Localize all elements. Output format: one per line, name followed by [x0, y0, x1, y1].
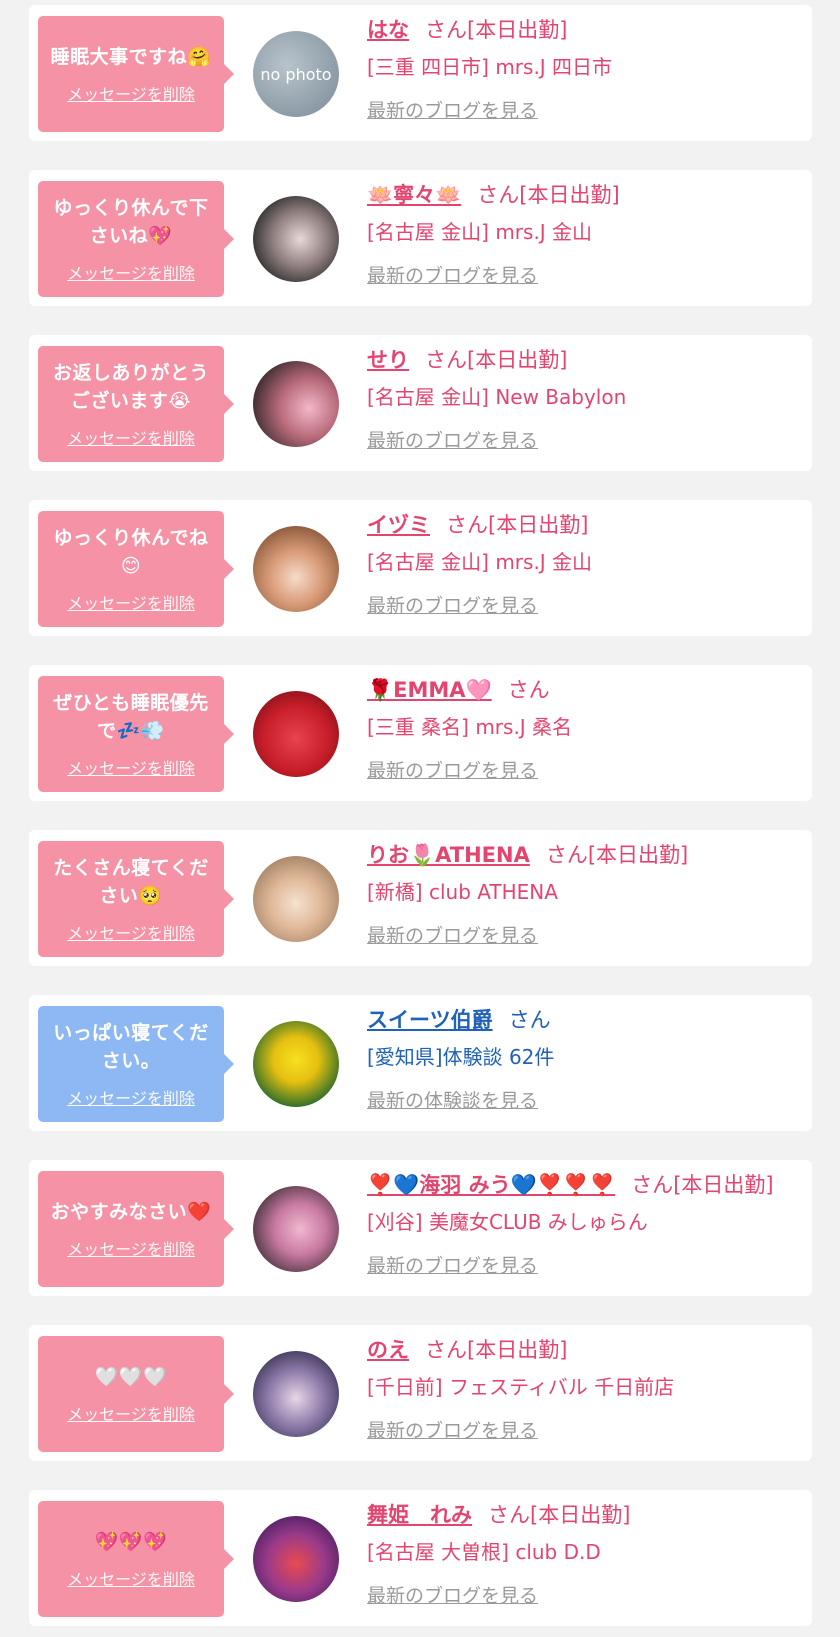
delete-message-link[interactable]: メッセージを削除	[67, 425, 195, 449]
avatar[interactable]	[253, 1021, 339, 1107]
message-bubble: ぜひとも睡眠優先で💤💨 メッセージを削除	[38, 676, 234, 792]
message-text: 睡眠大事ですね🤗	[50, 46, 212, 68]
cast-name-link[interactable]: りお🌷ATHENA	[367, 843, 530, 867]
message-bubble: お返しありがとうございます😭 メッセージを削除	[38, 346, 234, 462]
cast-status: さん[本日出勤]	[425, 18, 568, 42]
review-count-label: [愛知県]体験談 62件	[367, 1045, 555, 1069]
message-text: ゆっくり休んで下さいね💖	[53, 197, 209, 247]
message-bubble: ゆっくり休んで下さいね💖 メッセージを削除	[38, 181, 234, 297]
message-text: 💖💖💖	[94, 1531, 168, 1553]
shop-label: [名古屋 金山] mrs.J 金山	[367, 550, 593, 574]
message-text: ゆっくり休んでね😊	[53, 527, 209, 577]
message-text: ぜひとも睡眠優先で💤💨	[53, 692, 209, 742]
delete-message-link[interactable]: メッセージを削除	[67, 81, 195, 105]
cast-name-link[interactable]: のえ	[367, 1338, 409, 1362]
cast-name-link[interactable]: 🪷寧々🪷	[367, 183, 461, 207]
blog-link[interactable]: 最新のブログを見る	[367, 1582, 802, 1610]
blog-link[interactable]: 最新のブログを見る	[367, 757, 802, 785]
message-text: たくさん寝てください🥺	[53, 857, 209, 907]
delete-message-link[interactable]: メッセージを削除	[67, 260, 195, 284]
list-item: お返しありがとうございます😭 メッセージを削除 せり さん[本日出勤] [名古屋 …	[29, 335, 812, 471]
message-text: いっぱい寝てください。	[53, 1022, 209, 1072]
blog-link[interactable]: 最新のブログを見る	[367, 1252, 802, 1280]
blog-link[interactable]: 最新のブログを見る	[367, 262, 802, 290]
shop-label: [千日前] フェスティバル 千日前店	[367, 1375, 675, 1399]
avatar[interactable]: no photo	[253, 31, 339, 117]
blog-link[interactable]: 最新のブログを見る	[367, 922, 802, 950]
shop-label: [名古屋 金山] New Babylon	[367, 385, 627, 409]
reviewer-name-link[interactable]: スイーツ伯爵	[367, 1008, 493, 1032]
list-item: ゆっくり休んでね😊 メッセージを削除 イヅミ さん[本日出勤] [名古屋 金山] …	[29, 500, 812, 636]
shop-label: [名古屋 大曽根] club D.D	[367, 1540, 601, 1564]
cast-status: さん	[507, 678, 550, 702]
list-item: ぜひとも睡眠優先で💤💨 メッセージを削除 🌹EMMA🩷 さん [三重 桑名] mr…	[29, 665, 812, 801]
avatar[interactable]	[253, 361, 339, 447]
avatar[interactable]	[253, 856, 339, 942]
reviewer-suffix: さん	[508, 1008, 551, 1032]
shop-label: [刈谷] 美魔女CLUB みしゅらん	[367, 1210, 648, 1234]
delete-message-link[interactable]: メッセージを削除	[67, 1401, 195, 1425]
list-item: ゆっくり休んで下さいね💖 メッセージを削除 🪷寧々🪷 さん[本日出勤] [名古屋 …	[29, 170, 812, 306]
cast-status: さん[本日出勤]	[425, 348, 568, 372]
shop-label: [新橋] club ATHENA	[367, 880, 558, 904]
blog-link[interactable]: 最新のブログを見る	[367, 427, 802, 455]
list-item: おやすみなさい❤️ メッセージを削除 ❣️💙海羽 みう💙❣️❣️❣️ さん[本日出…	[29, 1160, 812, 1296]
message-list: 睡眠大事ですね🤗 メッセージを削除 no photo はな さん[本日出勤] [三…	[0, 0, 840, 1626]
cast-name-link[interactable]: はな	[367, 18, 409, 42]
avatar[interactable]	[253, 1186, 339, 1272]
message-bubble: 💖💖💖 メッセージを削除	[38, 1501, 234, 1617]
message-bubble: 睡眠大事ですね🤗 メッセージを削除	[38, 16, 234, 132]
delete-message-link[interactable]: メッセージを削除	[67, 1236, 195, 1260]
list-item: 💖💖💖 メッセージを削除 舞姫 れみ さん[本日出勤] [名古屋 大曽根] clu…	[29, 1490, 812, 1626]
cast-status: さん[本日出勤]	[545, 843, 689, 867]
blog-link[interactable]: 最新のブログを見る	[367, 1417, 802, 1445]
message-bubble: おやすみなさい❤️ メッセージを削除	[38, 1171, 234, 1287]
delete-message-link[interactable]: メッセージを削除	[67, 1085, 195, 1109]
shop-label: [三重 桑名] mrs.J 桑名	[367, 715, 573, 739]
list-item: 睡眠大事ですね🤗 メッセージを削除 no photo はな さん[本日出勤] [三…	[29, 5, 812, 141]
shop-label: [名古屋 金山] mrs.J 金山	[367, 220, 593, 244]
cast-status: さん[本日出勤]	[477, 183, 620, 207]
avatar[interactable]	[253, 526, 339, 612]
blog-link[interactable]: 最新のブログを見る	[367, 97, 802, 125]
message-bubble: たくさん寝てください🥺 メッセージを削除	[38, 841, 234, 957]
cast-name-link[interactable]: 舞姫 れみ	[367, 1503, 472, 1527]
review-link[interactable]: 最新の体験談を見る	[367, 1087, 802, 1115]
cast-name-link[interactable]: イヅミ	[367, 513, 430, 537]
list-item: いっぱい寝てください。 メッセージを削除 スイーツ伯爵 さん [愛知県]体験談 6…	[29, 995, 812, 1131]
cast-name-link[interactable]: 🌹EMMA🩷	[367, 678, 492, 702]
message-text: おやすみなさい❤️	[50, 1201, 212, 1223]
blog-link[interactable]: 最新のブログを見る	[367, 592, 802, 620]
delete-message-link[interactable]: メッセージを削除	[67, 920, 195, 944]
cast-status: さん[本日出勤]	[446, 513, 589, 537]
cast-status: さん[本日出勤]	[631, 1173, 774, 1197]
message-text: 🤍🤍🤍	[94, 1366, 168, 1388]
message-bubble: いっぱい寝てください。 メッセージを削除	[38, 1006, 234, 1122]
avatar[interactable]	[253, 1516, 339, 1602]
message-bubble: ゆっくり休んでね😊 メッセージを削除	[38, 511, 234, 627]
avatar[interactable]	[253, 691, 339, 777]
cast-name-link[interactable]: ❣️💙海羽 みう💙❣️❣️❣️	[367, 1173, 615, 1197]
list-item: 🤍🤍🤍 メッセージを削除 のえ さん[本日出勤] [千日前] フェスティバル 千日…	[29, 1325, 812, 1461]
message-bubble: 🤍🤍🤍 メッセージを削除	[38, 1336, 234, 1452]
delete-message-link[interactable]: メッセージを削除	[67, 1566, 195, 1590]
delete-message-link[interactable]: メッセージを削除	[67, 590, 195, 614]
avatar[interactable]	[253, 1351, 339, 1437]
list-item: たくさん寝てください🥺 メッセージを削除 りお🌷ATHENA さん[本日出勤] […	[29, 830, 812, 966]
message-text: お返しありがとうございます😭	[52, 362, 209, 412]
cast-status: さん[本日出勤]	[488, 1503, 631, 1527]
delete-message-link[interactable]: メッセージを削除	[67, 755, 195, 779]
avatar[interactable]	[253, 196, 339, 282]
cast-name-link[interactable]: せり	[367, 348, 409, 372]
cast-status: さん[本日出勤]	[425, 1338, 568, 1362]
shop-label: [三重 四日市] mrs.J 四日市	[367, 55, 613, 79]
no-photo-text: no photo	[260, 65, 332, 84]
